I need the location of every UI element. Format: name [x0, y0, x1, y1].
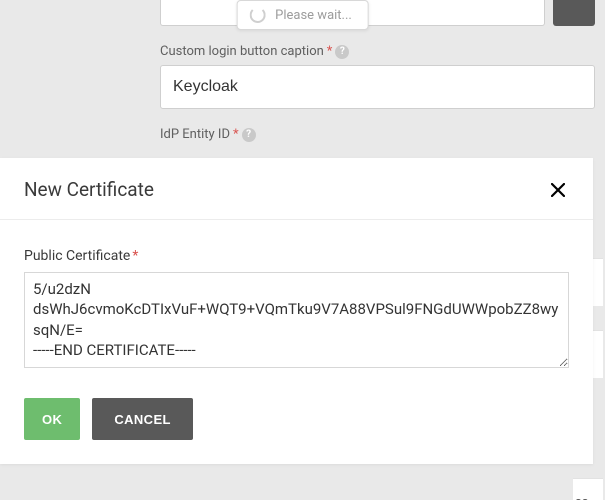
modal-body: Public Certificate* 5/u2dzN dsWhJ6cvmoKc…: [0, 220, 593, 372]
required-marker: *: [132, 248, 138, 264]
label-text: Custom login button caption: [160, 44, 324, 59]
ok-button[interactable]: OK: [24, 398, 80, 440]
custom-login-input[interactable]: [160, 65, 595, 109]
required-marker: *: [233, 127, 239, 142]
public-certificate-textarea[interactable]: 5/u2dzN dsWhJ6cvmoKcDTIxVuF+WQT9+VQmTku9…: [24, 272, 569, 368]
modal-header: New Certificate: [0, 158, 593, 220]
spinner-icon: [249, 7, 265, 23]
list-item: ss: [573, 478, 603, 500]
label-text: IdP Entity ID: [160, 127, 230, 142]
modal-title: New Certificate: [24, 178, 154, 201]
background-partial-button[interactable]: [553, 0, 595, 26]
background-top-row: [160, 0, 595, 26]
help-icon[interactable]: ?: [335, 45, 349, 59]
required-marker: *: [327, 44, 333, 59]
peek-text: ss: [575, 495, 588, 500]
help-icon[interactable]: ?: [242, 128, 256, 142]
label-text: Public Certificate: [24, 248, 130, 264]
close-icon: [551, 183, 565, 197]
close-button[interactable]: [547, 179, 569, 201]
please-wait-toast: Please wait...: [236, 0, 369, 30]
new-certificate-modal: New Certificate Public Certificate* 5/u2…: [0, 158, 593, 464]
modal-footer: OK CANCEL: [0, 372, 593, 464]
toast-text: Please wait...: [275, 8, 352, 23]
cancel-button[interactable]: CANCEL: [92, 398, 193, 440]
custom-login-label: Custom login button caption* ?: [160, 44, 595, 59]
idp-entity-label: IdP Entity ID* ?: [160, 127, 595, 142]
public-certificate-label: Public Certificate*: [24, 248, 569, 264]
